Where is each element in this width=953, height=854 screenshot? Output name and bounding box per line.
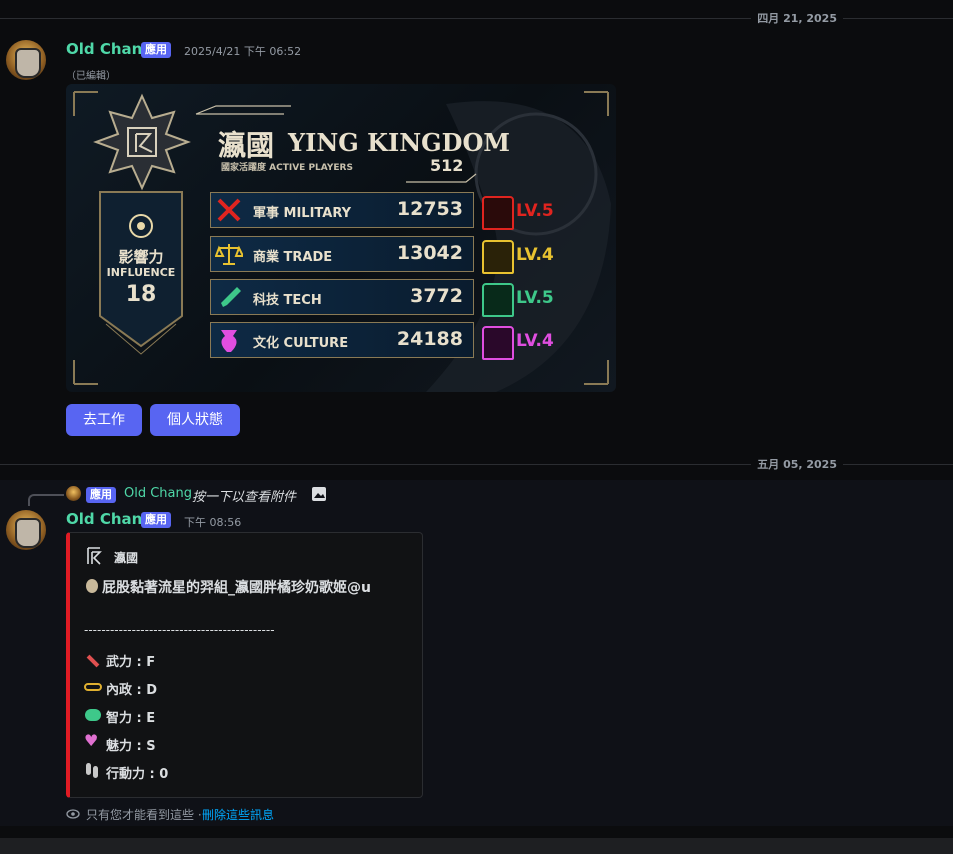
ephemeral-note: 只有您才能看到這些 · [86, 808, 202, 822]
glasses-icon [84, 683, 102, 691]
embed-kingdom-name: 瀛國 [114, 551, 139, 565]
stat-level: LV.4 [516, 245, 554, 265]
edited-label: （已編輯） [66, 71, 116, 82]
stat-level: LV.5 [516, 201, 554, 221]
influence-value: 18 [125, 282, 157, 307]
reply-preview-text[interactable]: 按一下以查看附件 [192, 486, 296, 505]
reply-avatar[interactable] [66, 486, 81, 501]
bottom-bar [0, 838, 953, 854]
attribute-line: 智力 : E [106, 711, 156, 726]
stat-row: 軍事 MILITARY 12753 [210, 192, 474, 228]
embed-title: 屁股黏著流星的羿組_瀛國胖橘珍奶歌姬@u [102, 580, 371, 596]
vase-icon [221, 330, 237, 352]
footprints-icon [86, 763, 91, 775]
personal-status-button[interactable]: 個人狀態 [150, 404, 240, 436]
hedgehog-icon [86, 579, 98, 593]
active-players-label: 國家活躍度 ACTIVE PLAYERS [221, 163, 353, 173]
stat-value: 24188 [396, 328, 463, 350]
active-players-value: 512 [430, 156, 464, 175]
date-divider-label: 四月 21, 2025 [751, 10, 843, 26]
image-icon [312, 487, 326, 501]
dismiss-messages-link[interactable]: 刪除這些訊息 [202, 806, 274, 823]
stat-row: 商業 TRADE 13042 [210, 236, 474, 272]
stat-row: 文化 CULTURE 24188 [210, 322, 474, 358]
stat-value: 3772 [410, 285, 463, 307]
dagger-icon [86, 654, 100, 668]
stat-row: 科技 TECH 3772 [210, 279, 474, 315]
stat-value: 13042 [396, 242, 463, 264]
kingdom-logo-icon [87, 547, 102, 565]
attribute-line: 武力 : F [106, 655, 156, 670]
level-house-icon [482, 326, 514, 360]
crossed-swords-icon [217, 198, 241, 222]
reply-connector [28, 494, 64, 506]
date-divider-label: 五月 05, 2025 [751, 456, 843, 472]
stat-level: LV.4 [516, 331, 554, 351]
scales-icon [215, 244, 243, 265]
influence-label-en: INFLUENCE [106, 266, 176, 279]
timestamp: 2025/4/21 下午 06:52 [184, 45, 302, 58]
attribute-line: 魅力 : S [106, 739, 156, 754]
stat-label: 文化 CULTURE [253, 336, 349, 351]
test-tube-icon [221, 287, 241, 307]
stat-label: 軍事 MILITARY [253, 206, 352, 221]
kingdom-status-card[interactable]: 影響力 INFLUENCE 18 瀛國 YING KINGDOM 國家活躍度 A… [66, 84, 616, 392]
go-work-button[interactable]: 去工作 [66, 404, 142, 436]
stat-value: 12753 [396, 198, 463, 220]
eye-icon [66, 809, 80, 819]
app-badge: 應用 [141, 512, 171, 528]
brain-icon [85, 709, 101, 721]
embed-separator: ----------------------------------------… [84, 623, 275, 637]
reply-app-badge: 應用 [86, 487, 116, 503]
app-badge: 應用 [141, 42, 171, 58]
embed-card: 瀛國 屁股黏著流星的羿組_瀛國胖橘珍奶歌姬@u ----------------… [66, 532, 423, 798]
heart-icon: ♥ [84, 731, 99, 750]
stat-label: 商業 TRADE [253, 250, 333, 265]
level-house-icon [482, 240, 514, 274]
influence-label-cn: 影響力 [118, 248, 164, 266]
kingdom-title-cn: 瀛國 [218, 129, 275, 162]
avatar[interactable] [6, 510, 46, 550]
timestamp: 下午 08:56 [184, 516, 242, 529]
avatar[interactable] [6, 40, 46, 80]
stat-level: LV.5 [516, 288, 554, 308]
reply-username[interactable]: Old Chang [124, 486, 192, 501]
stat-label: 科技 TECH [253, 293, 322, 308]
level-house-icon [482, 196, 514, 230]
attribute-line: 內政 : D [106, 683, 158, 698]
kingdom-title-en: YING KINGDOM [288, 128, 510, 157]
attribute-line: 行動力 : 0 [106, 767, 169, 782]
level-house-icon [482, 283, 514, 317]
